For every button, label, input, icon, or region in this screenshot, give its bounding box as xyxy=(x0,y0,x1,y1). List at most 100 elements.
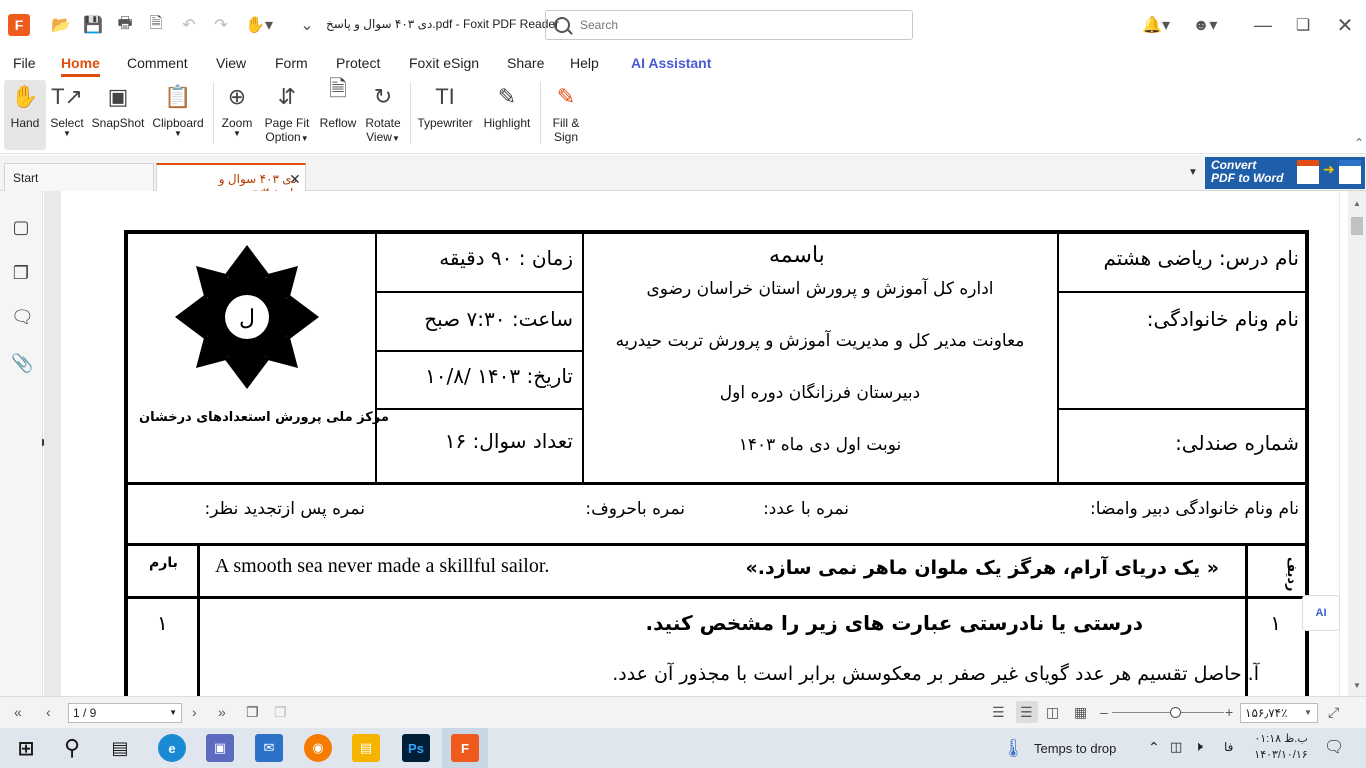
page-dropdown-icon[interactable]: ▼ xyxy=(169,708,177,717)
search-input[interactable] xyxy=(580,16,900,34)
print-icon[interactable]: 🖶 xyxy=(114,14,136,36)
tab-document[interactable]: دی ۴۰۳ سوال و پاسخ.pdf ✕ xyxy=(156,163,306,200)
menu-home[interactable]: Home xyxy=(61,55,100,77)
document-viewport[interactable]: ل مرکز ملی پرورش استعدادهای درخشان زمان … xyxy=(44,191,1340,696)
language-indicator[interactable]: فا xyxy=(1224,740,1233,754)
divider xyxy=(375,234,377,484)
continuous-view-icon[interactable]: ☰ xyxy=(1020,704,1033,721)
clock[interactable]: ب.ظ ۰۱:۱۸ ۱۴۰۳/۱۰/۱۶ xyxy=(1254,731,1308,763)
attachment-icon[interactable]: 📎 xyxy=(11,353,33,375)
open-folder-icon[interactable]: 📂 xyxy=(50,14,72,36)
clipboard-dropdown-icon: ▼ xyxy=(174,129,182,138)
search-taskbar-icon[interactable]: ⚲ xyxy=(58,734,86,762)
clipboard-button[interactable]: 📋 Clipboard ▼ xyxy=(150,80,206,150)
network-icon[interactable]: ◫ xyxy=(1170,739,1182,755)
previous-view-icon[interactable]: ❐ xyxy=(246,704,259,721)
exam-date: تاریخ: ۱۴۰۳ /۱۰/۸ xyxy=(425,364,573,388)
vertical-scrollbar[interactable]: ▲ ▼ xyxy=(1348,191,1366,696)
file-explorer-icon[interactable]: ▤ xyxy=(352,734,380,762)
close-tab-icon[interactable]: ✕ xyxy=(289,171,301,188)
menu-protect[interactable]: Protect xyxy=(336,55,380,71)
notifications-bell-icon[interactable]: 🔔▾ xyxy=(1138,14,1174,36)
menu-help[interactable]: Help xyxy=(570,55,599,71)
redo-icon[interactable]: ↷ xyxy=(210,14,232,36)
zoom-in-icon[interactable]: + xyxy=(1225,704,1233,720)
foxit-taskbar-icon[interactable]: F xyxy=(451,734,479,762)
volume-icon[interactable]: 🕨 xyxy=(1194,738,1203,755)
close-window-icon[interactable]: ✕ xyxy=(1334,14,1356,37)
menu-ai-assistant[interactable]: AI Assistant xyxy=(631,55,711,71)
next-page-icon[interactable]: › xyxy=(192,704,197,720)
weather-text[interactable]: Temps to drop xyxy=(1034,741,1116,756)
firefox-icon[interactable]: ◉ xyxy=(304,734,332,762)
save-icon[interactable]: 💾 xyxy=(82,14,104,36)
menu-file[interactable]: File xyxy=(13,55,36,71)
foxit-logo-icon[interactable]: F xyxy=(8,14,30,36)
zoom-slider-track[interactable] xyxy=(1112,712,1224,713)
typewriter-button[interactable]: TI Typewriter xyxy=(416,80,474,150)
hand-mode-dropdown-icon[interactable]: ✋▾ xyxy=(244,14,274,36)
zoom-slider-thumb[interactable] xyxy=(1170,707,1181,718)
mail-icon[interactable]: ✉ xyxy=(255,734,283,762)
account-icon[interactable]: ☻▾ xyxy=(1186,14,1224,36)
ribbon-separator xyxy=(410,82,411,144)
show-hidden-icons-chevron[interactable]: ⌃ xyxy=(1148,739,1160,756)
tab-list-dropdown-icon[interactable]: ▼ xyxy=(1188,167,1198,178)
microsoft-store-icon[interactable]: ▣ xyxy=(206,734,234,762)
customize-chevron-icon[interactable]: ⌄ xyxy=(296,14,318,36)
scrollbar-thumb[interactable] xyxy=(1351,217,1363,235)
continuous-facing-view-icon[interactable]: ▦ xyxy=(1074,704,1087,721)
restore-icon[interactable]: ❏ xyxy=(1292,14,1314,36)
edge-browser-icon[interactable]: e xyxy=(158,734,186,762)
task-view-icon[interactable]: ▤ xyxy=(106,734,134,762)
student-name-label: نام ونام خانوادگی: xyxy=(1146,307,1299,331)
scroll-down-icon[interactable]: ▼ xyxy=(1353,681,1361,690)
page-number-input[interactable]: 1 / 9 ▼ xyxy=(68,703,182,723)
divider xyxy=(128,596,1305,599)
single-page-view-icon[interactable]: ☰ xyxy=(992,704,1005,721)
search-box[interactable] xyxy=(545,10,913,40)
comments-icon[interactable]: 🗨 xyxy=(11,307,34,329)
bookmark-icon[interactable]: ▢ xyxy=(11,217,31,239)
minimize-icon[interactable]: — xyxy=(1252,14,1274,36)
previous-page-icon[interactable]: ‹ xyxy=(46,704,51,720)
divider xyxy=(1059,408,1305,410)
first-page-icon[interactable]: « xyxy=(14,704,22,720)
windows-start-icon[interactable]: ⊞ xyxy=(12,734,40,762)
highlight-button[interactable]: ✎ Highlight xyxy=(480,80,534,150)
reflow-button[interactable]: 🗎 Reflow xyxy=(318,76,358,150)
zoom-in-icon: ⊕ xyxy=(227,84,247,109)
pages-thumbnail-icon[interactable]: ❐ xyxy=(11,263,31,285)
scroll-up-icon[interactable]: ▲ xyxy=(1353,199,1361,208)
next-view-icon[interactable]: ❐ xyxy=(274,704,287,721)
fill-sign-button[interactable]: ✎ Fill & Sign xyxy=(546,80,586,150)
ai-assistant-floating-icon[interactable]: AI xyxy=(1302,595,1340,631)
undo-icon[interactable]: ↶ xyxy=(178,14,200,36)
menu-share[interactable]: Share xyxy=(507,55,544,71)
facing-view-icon[interactable]: ◫ xyxy=(1046,704,1059,721)
convert-pdf-to-word-banner[interactable]: Convert PDF to Word ➜ xyxy=(1205,157,1365,189)
menu-comment[interactable]: Comment xyxy=(127,55,188,71)
hand-tool-button[interactable]: ✋ Hand xyxy=(4,80,46,150)
select-tool-button[interactable]: T↗ Select ▼ xyxy=(48,80,86,150)
seat-number-label: شماره صندلی: xyxy=(1175,431,1299,455)
rotate-view-button[interactable]: ↻ Rotate View▼ xyxy=(362,80,404,150)
notification-center-icon[interactable]: 🗨 xyxy=(1324,737,1344,757)
dept-line-4: نوبت اول دی ماه ۱۴۰۳ xyxy=(738,435,902,455)
page-fit-option-button[interactable]: ⇵ Page Fit Option▼ xyxy=(262,80,312,150)
barem-header: بارم xyxy=(149,555,178,571)
photoshop-icon[interactable]: Ps xyxy=(402,734,430,762)
zoom-dropdown-icon[interactable]: ▼ xyxy=(1304,708,1312,717)
properties-icon[interactable]: 🗎 xyxy=(145,14,167,36)
pdf-page: ل مرکز ملی پرورش استعدادهای درخشان زمان … xyxy=(61,191,1339,696)
snapshot-button[interactable]: ▣ SnapShot xyxy=(90,80,146,150)
zoom-button[interactable]: ⊕ Zoom ▼ xyxy=(218,80,256,150)
ribbon-collapse-icon[interactable]: ⌃ xyxy=(1354,136,1364,150)
fullscreen-icon[interactable]: ⤢ xyxy=(1328,704,1339,721)
tab-start[interactable]: Start xyxy=(4,163,154,191)
zoom-out-icon[interactable]: – xyxy=(1100,704,1108,720)
menu-view[interactable]: View xyxy=(216,55,246,71)
menu-foxit-esign[interactable]: Foxit eSign xyxy=(409,55,479,71)
last-page-icon[interactable]: » xyxy=(218,704,226,720)
menu-form[interactable]: Form xyxy=(275,55,308,71)
